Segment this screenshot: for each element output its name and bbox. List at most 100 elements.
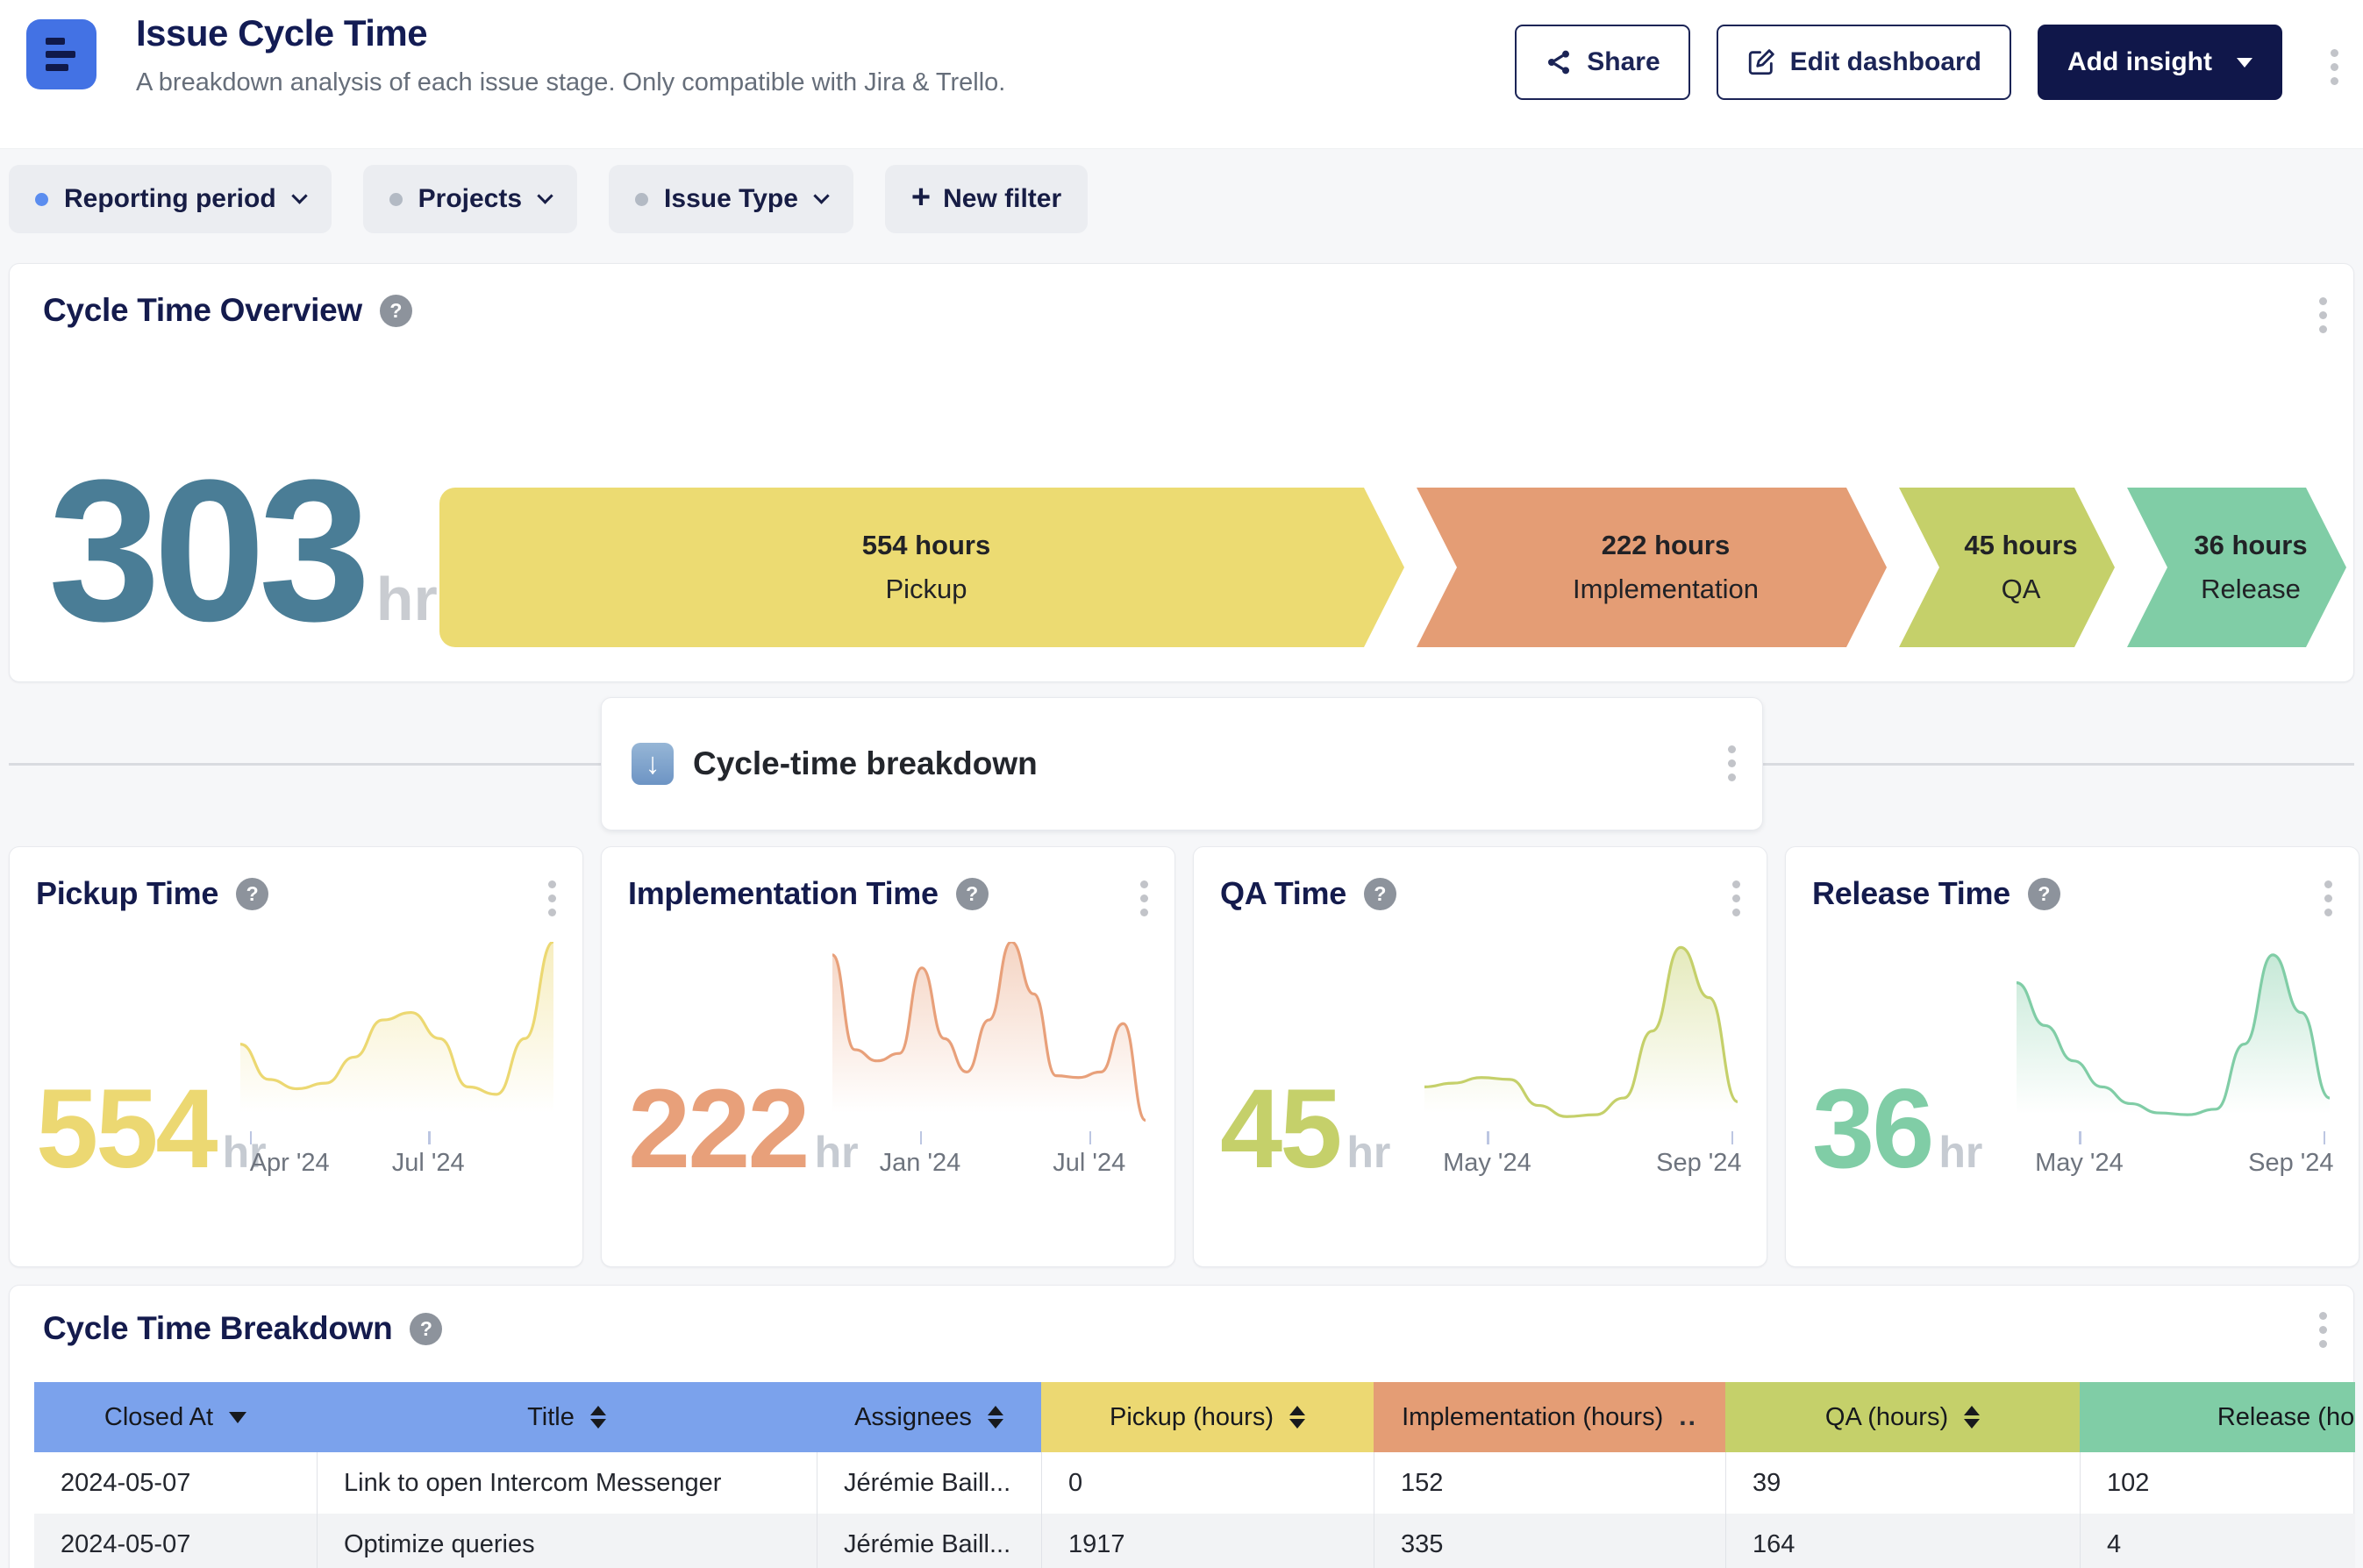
column-header-closed-at[interactable]: Closed At bbox=[34, 1382, 317, 1452]
pickup-time-title: Pickup Time bbox=[36, 875, 218, 912]
help-icon[interactable]: ? bbox=[380, 295, 412, 327]
pickup-time-value: 554 bbox=[36, 1073, 216, 1186]
funnel-stage-qa[interactable]: 45 hours QA bbox=[1899, 488, 2115, 647]
implementation-kebab-menu[interactable] bbox=[1140, 880, 1148, 916]
chevron-down-icon bbox=[291, 188, 307, 203]
filter-reporting-period-label: Reporting period bbox=[64, 184, 276, 214]
header-kebab-menu[interactable] bbox=[2331, 49, 2338, 85]
help-icon[interactable]: ? bbox=[1364, 878, 1396, 910]
breakdown-table: Closed At Title Assignees Pickup (hours)… bbox=[34, 1382, 2355, 1568]
chevron-down-icon bbox=[813, 188, 829, 203]
stage-name: QA bbox=[2002, 574, 2041, 605]
cycle-time-overview-card: Cycle Time Overview ? 303 hr 554 hours P… bbox=[9, 263, 2354, 682]
release-time-title: Release Time bbox=[1812, 875, 2010, 912]
implementation-time-card: Implementation Time ? 222 hr Jan '24Jul … bbox=[601, 846, 1175, 1267]
filter-issue-type[interactable]: Issue Type bbox=[609, 165, 853, 233]
stage-name: Release bbox=[2201, 574, 2301, 605]
cell-pickup-hours: 1917 bbox=[1041, 1514, 1374, 1568]
release-kebab-menu[interactable] bbox=[2324, 880, 2332, 916]
release-time-unit: hr bbox=[1938, 1127, 1982, 1178]
hamburger-icon bbox=[46, 38, 65, 45]
page-title: Issue Cycle Time bbox=[136, 12, 1005, 54]
cycle-time-breakdown-card: Cycle Time Breakdown ? Closed At Title A… bbox=[9, 1285, 2354, 1568]
cell-assignees: Jérémie Baill... bbox=[817, 1452, 1041, 1514]
table-kebab-menu[interactable] bbox=[2319, 1312, 2327, 1348]
cell-release-hours: 4 bbox=[2080, 1514, 2355, 1568]
down-arrow-icon: ↓ bbox=[632, 743, 674, 785]
funnel-stage-implementation[interactable]: 222 hours Implementation bbox=[1417, 488, 1887, 647]
column-header-release-hours[interactable]: Release (hours) bbox=[2080, 1382, 2355, 1452]
column-header-implementation-hours[interactable]: Implementation (hours).. bbox=[1374, 1382, 1725, 1452]
cycle-time-breakdown-banner: ↓ Cycle-time breakdown bbox=[601, 697, 1763, 830]
cell-assignees: Jérémie Baill... bbox=[817, 1514, 1041, 1568]
filter-projects-label: Projects bbox=[418, 184, 522, 214]
chevron-down-icon bbox=[2237, 58, 2252, 68]
table-row[interactable]: 2024-05-07 Optimize queries Jérémie Bail… bbox=[34, 1514, 2355, 1568]
cell-qa-hours: 39 bbox=[1725, 1452, 2080, 1514]
stage-hours: 554 hours bbox=[862, 530, 990, 561]
qa-sparkline: May '24Sep '24 bbox=[1424, 942, 1738, 1128]
header-actions: Share Edit dashboard Add insight bbox=[1515, 25, 2282, 100]
cell-title: Link to open Intercom Messenger bbox=[317, 1452, 817, 1514]
dashboard-screen: Issue Cycle Time A breakdown analysis of… bbox=[0, 0, 2363, 1568]
qa-kebab-menu[interactable] bbox=[1732, 880, 1740, 916]
pickup-kebab-menu[interactable] bbox=[548, 880, 556, 916]
cell-release-hours: 102 bbox=[2080, 1452, 2355, 1514]
pickup-sparkline: Apr '24Jul '24 bbox=[240, 942, 553, 1128]
qa-time-unit: hr bbox=[1346, 1127, 1390, 1178]
overview-total-value: 303 bbox=[48, 450, 364, 652]
help-icon[interactable]: ? bbox=[2028, 878, 2060, 910]
filter-bar: Reporting period Projects Issue Type + N… bbox=[9, 165, 1088, 233]
table-header-row: Closed At Title Assignees Pickup (hours)… bbox=[34, 1382, 2355, 1452]
menu-button[interactable] bbox=[26, 19, 96, 89]
column-header-pickup-hours[interactable]: Pickup (hours) bbox=[1041, 1382, 1374, 1452]
plus-icon: + bbox=[911, 181, 931, 214]
stage-name: Implementation bbox=[1573, 574, 1759, 605]
help-icon[interactable]: ? bbox=[410, 1313, 442, 1345]
overview-kebab-menu[interactable] bbox=[2319, 297, 2327, 333]
sort-icon-truncated: .. bbox=[1679, 1402, 1697, 1432]
sort-icon bbox=[988, 1406, 1003, 1429]
cell-implementation-hours: 152 bbox=[1374, 1452, 1725, 1514]
sort-icon bbox=[1289, 1406, 1305, 1429]
new-filter-button[interactable]: + New filter bbox=[885, 165, 1088, 233]
release-sparkline: May '24Sep '24 bbox=[2017, 942, 2330, 1128]
banner-title: Cycle-time breakdown bbox=[693, 745, 1038, 782]
overview-total-unit: hr bbox=[376, 564, 438, 634]
cell-closed-at: 2024-05-07 bbox=[34, 1514, 317, 1568]
help-icon[interactable]: ? bbox=[956, 878, 989, 910]
funnel-stage-pickup[interactable]: 554 hours Pickup bbox=[439, 488, 1404, 647]
help-icon[interactable]: ? bbox=[236, 878, 268, 910]
overview-total: 303 hr bbox=[48, 450, 438, 652]
inactive-filter-dot bbox=[635, 193, 648, 206]
filter-reporting-period[interactable]: Reporting period bbox=[9, 165, 332, 233]
table-row[interactable]: 2024-05-07 Link to open Intercom Messeng… bbox=[34, 1452, 2355, 1514]
cell-closed-at: 2024-05-07 bbox=[34, 1452, 317, 1514]
implementation-time-title: Implementation Time bbox=[628, 875, 939, 912]
share-icon bbox=[1545, 48, 1573, 76]
table-title: Cycle Time Breakdown bbox=[43, 1310, 392, 1347]
filter-projects[interactable]: Projects bbox=[363, 165, 577, 233]
edit-icon bbox=[1746, 47, 1776, 77]
inactive-filter-dot bbox=[389, 193, 403, 206]
filter-issue-type-label: Issue Type bbox=[664, 184, 798, 214]
pickup-time-card: Pickup Time ? 554 hr Apr '24Jul '24 bbox=[9, 846, 583, 1267]
stage-name: Pickup bbox=[885, 574, 967, 605]
add-insight-button[interactable]: Add insight bbox=[2038, 25, 2282, 100]
share-button[interactable]: Share bbox=[1515, 25, 1689, 100]
column-header-title[interactable]: Title bbox=[317, 1382, 817, 1452]
sort-desc-icon bbox=[229, 1412, 246, 1423]
banner-kebab-menu[interactable] bbox=[1728, 745, 1736, 781]
qa-time-card: QA Time ? 45 hr May '24Sep '24 bbox=[1193, 846, 1767, 1267]
cell-qa-hours: 164 bbox=[1725, 1514, 2080, 1568]
edit-dashboard-label: Edit dashboard bbox=[1790, 47, 1981, 77]
funnel-stage-release[interactable]: 36 hours Release bbox=[2127, 488, 2346, 647]
column-header-assignees[interactable]: Assignees bbox=[817, 1382, 1041, 1452]
new-filter-label: New filter bbox=[943, 184, 1061, 214]
cell-title: Optimize queries bbox=[317, 1514, 817, 1568]
chevron-down-icon bbox=[537, 188, 553, 203]
cell-pickup-hours: 0 bbox=[1041, 1452, 1374, 1514]
active-filter-dot bbox=[35, 193, 48, 206]
column-header-qa-hours[interactable]: QA (hours) bbox=[1725, 1382, 2080, 1452]
edit-dashboard-button[interactable]: Edit dashboard bbox=[1717, 25, 2011, 100]
